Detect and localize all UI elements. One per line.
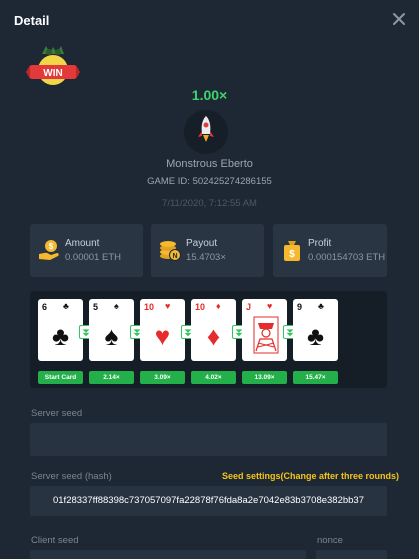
server-seed-field[interactable] bbox=[30, 423, 387, 456]
modal-header: Detail bbox=[0, 0, 419, 40]
server-seed-value bbox=[30, 423, 387, 456]
game-id: GAME ID: 502425274286155 bbox=[0, 176, 419, 187]
coin-hand-icon: $ bbox=[39, 240, 59, 260]
server-seed-hash-field[interactable]: 01f28337ff88398c737057097fa22878f76fda8a… bbox=[30, 486, 387, 516]
win-badge-icon: WIN bbox=[26, 46, 80, 85]
cards-history-panel: 6 ♣ ♣ 5 ♠ ♠ 10 ♥ ♥ 10 ♦ ♦ J ♥ 9 ♣ ♣ Star… bbox=[30, 291, 387, 388]
stat-profit-value: 0.000154703 ETH bbox=[308, 252, 386, 263]
card-suit-small: ♣ bbox=[63, 301, 69, 311]
card-suit-small: ♣ bbox=[318, 301, 324, 311]
card-suit: ♠ bbox=[104, 321, 119, 351]
stat-profit: $ Profit 0.000154703 ETH bbox=[273, 224, 387, 277]
stat-profit-label: Profit bbox=[308, 238, 332, 249]
card-suit-small: ♥ bbox=[267, 301, 273, 311]
card-rank: 9 bbox=[297, 302, 303, 312]
rocket-icon bbox=[184, 110, 228, 154]
card-multiplier-pill: 15.47× bbox=[293, 371, 338, 384]
card-suit: ♥ bbox=[154, 321, 171, 351]
card-rank: 6 bbox=[42, 302, 48, 312]
card-suit: ♣ bbox=[306, 321, 325, 351]
nonce-label: nonce bbox=[317, 535, 343, 546]
seed-settings-link[interactable]: Seed settings(Change after three rounds) bbox=[222, 471, 399, 481]
stat-amount-value: 0.00001 ETH bbox=[65, 252, 121, 263]
stat-payout-value: 15.4703× bbox=[186, 252, 226, 263]
card-6: 9 ♣ ♣ bbox=[293, 299, 338, 361]
card-rank: 10 bbox=[195, 302, 206, 312]
card-suit: ♣ bbox=[51, 321, 70, 351]
nonce-value bbox=[316, 550, 387, 559]
win-badge-label: WIN bbox=[43, 68, 62, 79]
card-suit-small: ♠ bbox=[114, 301, 119, 311]
card-multiplier-pill: 2.14× bbox=[89, 371, 134, 384]
result-multiplier: 1.00× bbox=[191, 87, 228, 103]
game-id-value: 502425274286155 bbox=[192, 176, 272, 187]
close-icon[interactable] bbox=[391, 11, 407, 27]
card-multiplier-pill: Start Card bbox=[38, 371, 83, 384]
card-suit: ♦ bbox=[206, 321, 221, 351]
card-rank: 10 bbox=[144, 302, 155, 312]
card-suit-small: ♥ bbox=[165, 301, 171, 311]
client-seed-value bbox=[30, 550, 306, 559]
stat-amount-label: Amount bbox=[65, 238, 100, 249]
card-4: 10 ♦ ♦ bbox=[191, 299, 236, 361]
card-2: 5 ♠ ♠ bbox=[89, 299, 134, 361]
svg-text:N: N bbox=[172, 253, 177, 260]
modal-title: Detail bbox=[14, 13, 50, 28]
game-id-label: GAME ID: bbox=[147, 176, 190, 187]
card-5: J ♥ bbox=[242, 299, 287, 361]
server-seed-label: Server seed bbox=[31, 408, 83, 419]
card-3: 10 ♥ ♥ bbox=[140, 299, 185, 361]
stat-amount: $ Amount 0.00001 ETH bbox=[30, 224, 143, 277]
stat-payout-label: Payout bbox=[186, 238, 218, 249]
stat-payout: N Payout 15.4703× bbox=[151, 224, 264, 277]
nonce-field[interactable] bbox=[316, 550, 387, 559]
jack-portrait-icon bbox=[253, 316, 279, 354]
card-rank: 5 bbox=[93, 302, 99, 312]
svg-text:$: $ bbox=[289, 249, 295, 260]
game-timestamp: 7/11/2020, 7:12:55 AM bbox=[162, 198, 257, 209]
coins-stack-icon: N bbox=[160, 241, 181, 261]
card-multiplier-pill: 3.09× bbox=[140, 371, 185, 384]
server-seed-hash-value: 01f28337ff88398c737057097fa22878f76fda8a… bbox=[52, 495, 364, 506]
card-suit-small: ♦ bbox=[216, 301, 221, 311]
card-1: 6 ♣ ♣ bbox=[38, 299, 83, 361]
server-seed-hash-label: Server seed (hash) bbox=[31, 471, 112, 482]
card-multiplier-pill: 4.02× bbox=[191, 371, 236, 384]
svg-text:$: $ bbox=[49, 242, 54, 251]
card-multiplier-pill: 13.09× bbox=[242, 371, 287, 384]
money-bag-icon: $ bbox=[284, 241, 300, 261]
client-seed-label: Client seed bbox=[31, 535, 79, 546]
card-rank: J bbox=[246, 302, 252, 312]
client-seed-field[interactable] bbox=[30, 550, 306, 559]
player-name: Monstrous Eberto bbox=[166, 158, 253, 170]
